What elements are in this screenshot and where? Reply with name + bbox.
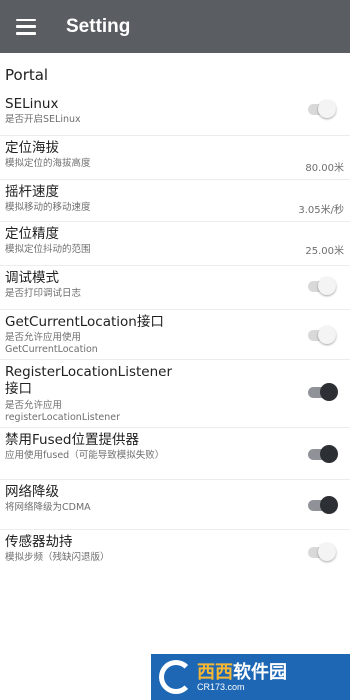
setting-network-downgrade[interactable]: 网络降级 将网络降级为CDMA: [0, 480, 350, 530]
setting-register-location-listener[interactable]: RegisterLocationListener接口 是否允许应用 regist…: [0, 360, 350, 428]
network-downgrade-toggle[interactable]: [306, 496, 338, 514]
settings-list: SELinux 是否开启SELinux 定位海拔 模拟定位的海拔高度 80.00…: [0, 92, 350, 576]
setting-title: 传感器劫持: [5, 534, 73, 550]
setting-summary: 应用使用fused（可能导致模拟失败）: [5, 450, 165, 461]
watermark-logo: 西西软件园 CR173.com: [151, 654, 350, 700]
setting-summary: 是否允许应用 registerLocationListener: [5, 400, 121, 423]
setting-get-current-location[interactable]: GetCurrentLocation接口 是否允许应用使用 GetCurrent…: [0, 310, 350, 360]
disable-fused-toggle[interactable]: [306, 445, 338, 463]
setting-accuracy[interactable]: 定位精度 模拟定位抖动的范围 25.00米: [0, 222, 350, 266]
setting-selinux[interactable]: SELinux 是否开启SELinux: [0, 92, 350, 136]
setting-altitude[interactable]: 定位海拔 模拟定位的海拔高度 80.00米: [0, 136, 350, 180]
debug-mode-toggle[interactable]: [306, 277, 338, 295]
setting-title: 调试模式: [5, 270, 59, 286]
setting-title: SELinux: [5, 96, 59, 112]
register-location-listener-toggle[interactable]: [306, 383, 338, 401]
watermark-text: 西西软件园 CR173.com: [197, 662, 287, 692]
page-title: Setting: [66, 15, 131, 37]
app-bar: Setting: [0, 0, 350, 53]
setting-summary: 是否允许应用使用 GetCurrentLocation: [5, 332, 98, 355]
setting-title: 摇杆速度: [5, 184, 59, 200]
setting-summary: 是否打印调试日志: [5, 288, 82, 299]
joystick-speed-value: 3.05米/秒: [298, 205, 344, 216]
setting-summary: 是否开启SELinux: [5, 114, 81, 125]
get-current-location-toggle[interactable]: [306, 326, 338, 344]
setting-summary: 将网络降级为CDMA: [5, 502, 91, 513]
category-header: Portal: [5, 66, 49, 84]
setting-summary: 模拟定位的海拔高度: [5, 158, 91, 169]
setting-debug-mode[interactable]: 调试模式 是否打印调试日志: [0, 266, 350, 310]
accuracy-value: 25.00米: [305, 246, 344, 257]
setting-summary: 模拟步频（残缺闪退版）: [5, 552, 110, 563]
selinux-toggle[interactable]: [306, 100, 338, 118]
watermark-c-icon: [159, 660, 193, 694]
setting-title: 定位海拔: [5, 140, 59, 156]
sensor-hijack-toggle[interactable]: [306, 543, 338, 561]
setting-title: 定位精度: [5, 226, 59, 242]
menu-button[interactable]: [0, 0, 52, 53]
hamburger-menu-icon: [16, 18, 36, 35]
setting-disable-fused[interactable]: 禁用Fused位置提供器 应用使用fused（可能导致模拟失败）: [0, 428, 350, 480]
altitude-value: 80.00米: [305, 163, 344, 174]
setting-title: 禁用Fused位置提供器: [5, 432, 139, 448]
setting-title: 网络降级: [5, 484, 59, 500]
setting-summary: 模拟定位抖动的范围: [5, 244, 91, 255]
setting-joystick-speed[interactable]: 摇杆速度 模拟移动的移动速度 3.05米/秒: [0, 180, 350, 222]
setting-title: GetCurrentLocation接口: [5, 314, 164, 330]
setting-sensor-hijack[interactable]: 传感器劫持 模拟步频（残缺闪退版）: [0, 530, 350, 576]
setting-title: RegisterLocationListener接口: [5, 364, 172, 397]
